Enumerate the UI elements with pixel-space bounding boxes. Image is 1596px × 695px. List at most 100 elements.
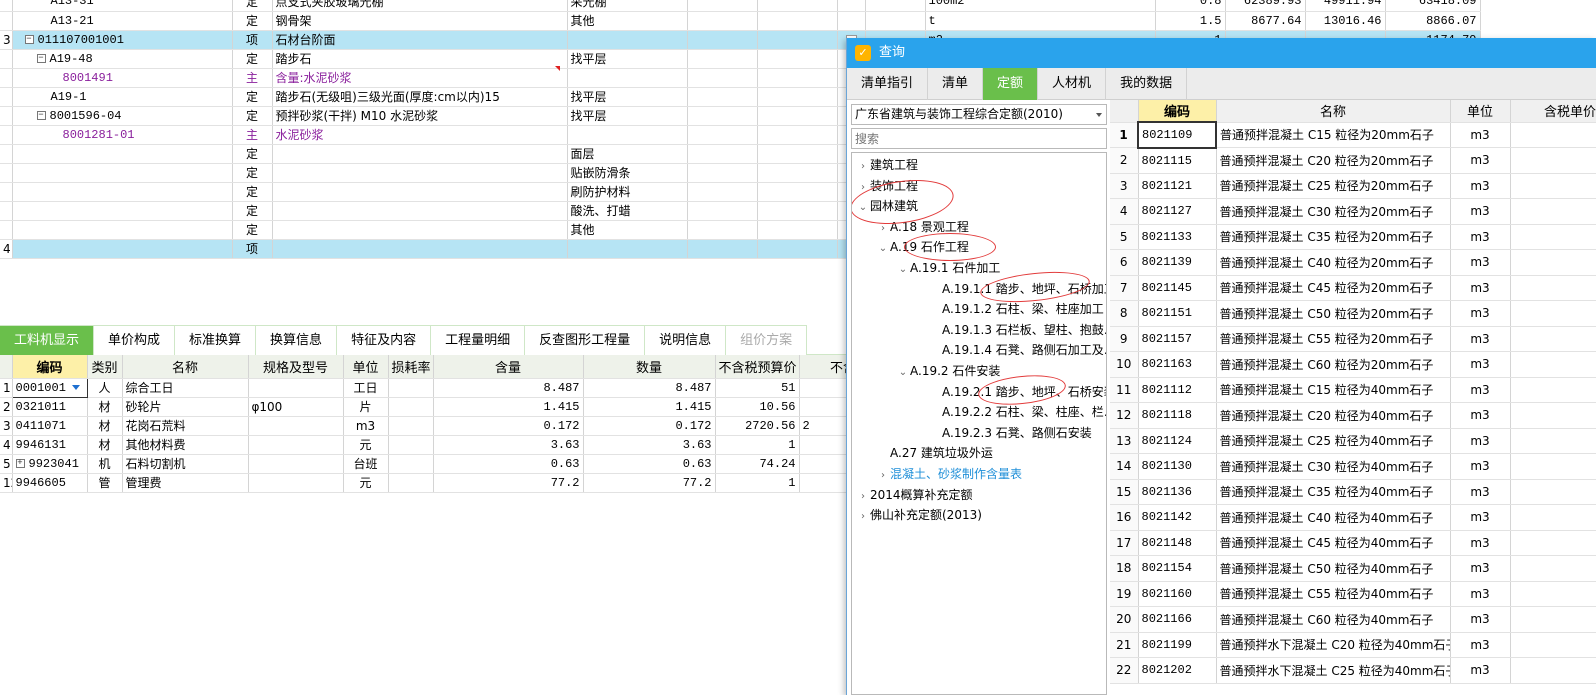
result-name[interactable]: 普通预拌混凝土 C20 粒径为20mm石子 — [1216, 147, 1451, 174]
bill-feature[interactable] — [567, 125, 688, 145]
result-code[interactable]: 8021199 — [1138, 632, 1217, 658]
detail-tab[interactable]: 反查图形工程量 — [525, 325, 646, 355]
resource-row[interactable]: 129946605管管理费元77.277.21 — [0, 473, 850, 493]
result-code[interactable]: 8021130 — [1138, 453, 1217, 480]
resource-price[interactable]: 51 — [715, 378, 800, 398]
result-name[interactable]: 普通预拌混凝土 C30 粒径为40mm石子 — [1216, 453, 1451, 480]
bill-name[interactable] — [272, 182, 568, 202]
column-header[interactable]: 数量 — [583, 355, 716, 379]
bill-code[interactable]: 8001281-01 — [12, 125, 233, 145]
result-name[interactable]: 普通预拌水下混凝土 C25 粒径为40mm石子 — [1216, 657, 1451, 684]
resource-quantity[interactable]: 3.63 — [583, 435, 716, 455]
resource-spec[interactable] — [248, 416, 344, 436]
resource-spec[interactable] — [248, 473, 344, 493]
resource-loss[interactable] — [388, 416, 434, 436]
result-row[interactable]: 13 8021124 普通预拌混凝土 C25 粒径为40mm石子 m3 — [1110, 428, 1596, 454]
resource-spec[interactable] — [248, 435, 344, 455]
resource-quantity[interactable]: 77.2 — [583, 473, 716, 493]
chevron-right-icon[interactable]: › — [876, 219, 890, 239]
tree-node[interactable]: A.19.1.4 石凳、路侧石加工及… — [928, 340, 1106, 360]
result-code[interactable]: 8021133 — [1138, 224, 1217, 250]
result-code[interactable]: 8021160 — [1138, 581, 1217, 607]
resource-loss[interactable] — [388, 397, 434, 417]
result-name[interactable]: 普通预拌混凝土 C60 粒径为20mm石子 — [1216, 351, 1451, 378]
dialog-tab[interactable]: 清单指引 — [847, 68, 929, 100]
collapse-toggle-icon[interactable]: − — [36, 110, 46, 120]
resource-code[interactable]: 0321011 — [12, 397, 88, 417]
column-header[interactable]: 编码 — [12, 355, 88, 379]
bill-code[interactable]: −8001596-04 — [12, 106, 233, 126]
resource-quantity[interactable]: 0.63 — [583, 454, 716, 474]
resource-spec[interactable] — [248, 454, 344, 474]
result-row[interactable]: 19 8021160 普通预拌混凝土 C55 粒径为40mm石子 m3 — [1110, 581, 1596, 607]
tree-node[interactable]: ⌄ A.19 石作工程 — [876, 237, 969, 257]
resource-price[interactable]: 10.56 — [715, 397, 800, 417]
result-row[interactable]: 15 8021136 普通预拌混凝土 C35 粒径为40mm石子 m3 — [1110, 479, 1596, 505]
chevron-down-icon[interactable]: ⌄ — [896, 363, 910, 383]
bill-name[interactable] — [272, 220, 568, 240]
result-row[interactable]: 1 8021109 普通预拌混凝土 C15 粒径为20mm石子 m3 — [1110, 121, 1596, 149]
bill-code[interactable] — [12, 220, 233, 240]
result-code[interactable]: 8021109 — [1137, 121, 1217, 149]
result-row[interactable]: 18 8021154 普通预拌混凝土 C50 粒径为40mm石子 m3 — [1110, 555, 1596, 582]
tree-node[interactable]: › 装饰工程 — [856, 176, 918, 196]
resource-content[interactable]: 77.2 — [433, 473, 584, 493]
resource-content[interactable]: 3.63 — [433, 435, 584, 455]
resource-name[interactable]: 管理费 — [122, 473, 249, 493]
result-code[interactable]: 8021118 — [1138, 402, 1217, 429]
resource-row[interactable]: 2 0321011 材砂轮片 φ100 片 1.415 1.415 10.56 — [0, 397, 850, 417]
tree-node[interactable]: A.19.2.1 踏步、地坪、石桥安装 — [928, 382, 1106, 402]
resource-loss[interactable] — [388, 435, 434, 455]
chevron-right-icon[interactable]: › — [856, 178, 870, 198]
chevron-right-icon[interactable]: › — [876, 466, 890, 486]
dialog-titlebar[interactable]: ✓ 查询 — [847, 38, 1596, 68]
bill-feature[interactable]: 采光棚 — [567, 0, 688, 12]
bill-name[interactable] — [272, 201, 568, 221]
tree-node[interactable]: ⌄ A.19.1 石件加工 — [896, 258, 1001, 280]
result-name[interactable]: 普通预拌混凝土 C35 粒径为20mm石子 — [1216, 224, 1451, 250]
resource-content[interactable]: 0.63 — [433, 454, 584, 474]
result-name[interactable]: 普通预拌混凝土 C20 粒径为40mm石子 — [1216, 402, 1451, 429]
tree-node[interactable]: › 佛山补充定额(2013) — [856, 505, 982, 525]
result-name[interactable]: 普通预拌混凝土 C35 粒径为40mm石子 — [1216, 479, 1451, 505]
bill-name[interactable]: 含量:水泥砂浆 — [272, 68, 568, 88]
tree-node[interactable]: A.19.2.3 石凳、路侧石安装 — [928, 423, 1092, 443]
result-name[interactable]: 普通预拌混凝土 C50 粒径为40mm石子 — [1216, 555, 1451, 582]
bill-code[interactable] — [12, 163, 233, 183]
column-header[interactable]: 名称 — [122, 355, 249, 379]
bill-feature[interactable] — [567, 239, 688, 259]
result-row[interactable]: 21 8021199 普通预拌水下混凝土 C20 粒径为40mm石子 m3 — [1110, 632, 1596, 658]
bill-code[interactable]: −011107001001 — [12, 30, 233, 50]
chevron-down-icon[interactable]: ⌄ — [896, 260, 910, 280]
result-name[interactable]: 普通预拌混凝土 C30 粒径为20mm石子 — [1216, 198, 1451, 225]
bill-feature[interactable]: 找平层 — [567, 87, 688, 107]
bill-code[interactable]: 8001491 — [12, 68, 233, 88]
lock-cell[interactable] — [837, 11, 866, 31]
resource-code[interactable]: +9923041 — [12, 454, 88, 474]
resource-price[interactable]: 1 — [715, 473, 800, 493]
result-row[interactable]: 6 8021139 普通预拌混凝土 C40 粒径为20mm石子 m3 — [1110, 249, 1596, 276]
detail-tab[interactable]: 单价构成 — [94, 325, 176, 355]
result-code[interactable]: 8021157 — [1138, 326, 1217, 352]
result-name[interactable]: 普通预拌混凝土 C15 粒径为20mm石子 — [1216, 122, 1451, 148]
bill-name[interactable]: 预拌砂浆(干拌) M10 水泥砂浆 — [272, 106, 568, 126]
bill-feature[interactable]: 其他 — [567, 220, 688, 240]
resource-row[interactable]: 1 0001001 人综合工日 工日 8.487 8.487 51 — [0, 377, 850, 398]
dialog-tab[interactable]: 人材机 — [1038, 68, 1107, 100]
resource-quantity[interactable]: 0.172 — [583, 416, 716, 436]
result-row[interactable]: 11 8021112 普通预拌混凝土 C15 粒径为40mm石子 m3 — [1110, 377, 1596, 403]
tree-node[interactable]: ⌄ 园林建筑 — [856, 196, 918, 216]
dialog-tab[interactable]: 定额 — [983, 68, 1039, 100]
result-code[interactable]: 8021139 — [1138, 249, 1217, 276]
resource-name[interactable]: 砂轮片 — [122, 397, 249, 417]
quota-tree[interactable]: › 建筑工程 › 装饰工程 ⌄ 园林建筑 › A.18 景观工程 ⌄ A.19 石作工程 ⌄ A.19… — [851, 152, 1107, 695]
result-row[interactable]: 16 8021142 普通预拌混凝土 C40 粒径为40mm石子 m3 — [1110, 504, 1596, 531]
bill-code[interactable] — [12, 239, 233, 259]
tree-node[interactable]: ⌄ A.19.2 石件安装 — [896, 361, 1001, 383]
result-name[interactable]: 普通预拌混凝土 C50 粒径为20mm石子 — [1216, 300, 1451, 327]
result-code[interactable]: 8021202 — [1138, 657, 1217, 684]
bill-row[interactable]: A13-31 定点支式夹胶玻璃光棚 采光棚 100m2 0.8 62389.93 49911… — [0, 0, 1481, 12]
result-code[interactable]: 8021163 — [1138, 351, 1217, 378]
resource-name[interactable]: 综合工日 — [122, 378, 249, 398]
result-name[interactable]: 普通预拌混凝土 C45 粒径为20mm石子 — [1216, 275, 1451, 301]
